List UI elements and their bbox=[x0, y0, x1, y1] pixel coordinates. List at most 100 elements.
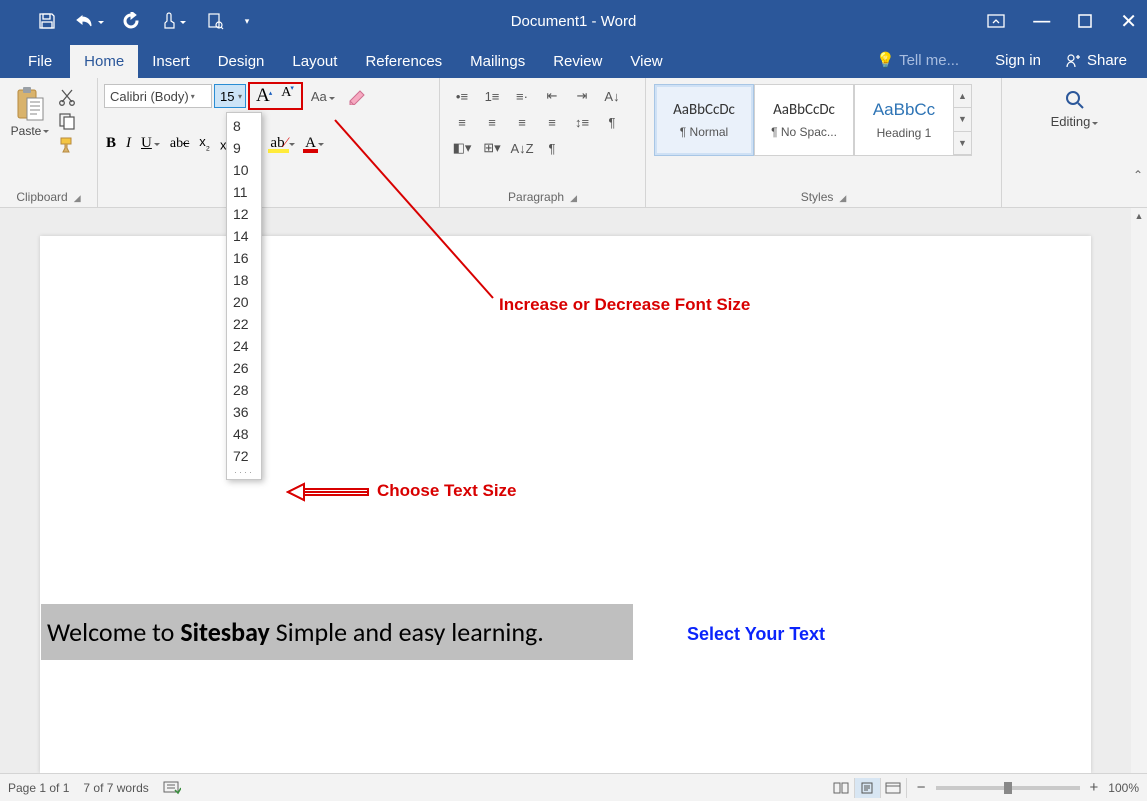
size-option[interactable]: 14 bbox=[227, 225, 261, 247]
align-right-button[interactable]: ≡ bbox=[508, 110, 536, 134]
paste-button[interactable]: Paste bbox=[6, 82, 54, 138]
highlight-button[interactable]: ab⁄ bbox=[270, 135, 295, 152]
bold-button[interactable]: B bbox=[106, 135, 116, 152]
align-center-button[interactable]: ≡ bbox=[478, 110, 506, 134]
editing-label[interactable]: Editing bbox=[1051, 114, 1099, 129]
align-left-button[interactable]: ≡ bbox=[448, 110, 476, 134]
status-page[interactable]: Page 1 of 1 bbox=[8, 781, 69, 795]
format-painter-icon[interactable] bbox=[58, 136, 76, 154]
styles-scroll-up-icon[interactable]: ▲ bbox=[954, 85, 971, 108]
increase-indent-button[interactable]: ⇥ bbox=[568, 84, 596, 108]
underline-button[interactable]: U bbox=[141, 135, 160, 152]
document-page[interactable] bbox=[40, 236, 1091, 773]
style-heading-1[interactable]: AaBbCc Heading 1 bbox=[854, 84, 954, 156]
tell-me[interactable]: 💡 Tell me... bbox=[876, 51, 959, 69]
grow-font-button[interactable]: A▴ bbox=[252, 85, 277, 107]
find-icon[interactable] bbox=[1063, 88, 1087, 112]
tab-references[interactable]: References bbox=[351, 45, 456, 78]
font-name-combo[interactable]: Calibri (Body)▾ bbox=[104, 84, 212, 108]
size-option[interactable]: 8 bbox=[227, 115, 261, 137]
tab-home[interactable]: Home bbox=[70, 45, 138, 78]
tab-insert[interactable]: Insert bbox=[138, 45, 204, 78]
zoom-out-button[interactable]: − bbox=[917, 779, 926, 796]
touch-mode-button[interactable] bbox=[154, 0, 192, 42]
tab-layout[interactable]: Layout bbox=[278, 45, 351, 78]
size-option[interactable]: 16 bbox=[227, 247, 261, 269]
styles-scroll[interactable]: ▲ ▼ ▼ bbox=[954, 84, 972, 156]
change-case-button[interactable]: Aa bbox=[305, 89, 341, 104]
vertical-scrollbar[interactable]: ▲ bbox=[1131, 208, 1147, 773]
cut-icon[interactable] bbox=[58, 88, 76, 106]
tab-mailings[interactable]: Mailings bbox=[456, 45, 539, 78]
redo-button[interactable] bbox=[112, 0, 150, 42]
group-clipboard: Paste Clipboard◢ bbox=[0, 78, 98, 207]
zoom-level[interactable]: 100% bbox=[1108, 781, 1139, 795]
shading-button[interactable]: ◧▾ bbox=[448, 136, 476, 160]
size-option[interactable]: 9 bbox=[227, 137, 261, 159]
size-option[interactable]: 18 bbox=[227, 269, 261, 291]
show-marks-button[interactable]: ¶ bbox=[598, 110, 626, 134]
clear-formatting-button[interactable] bbox=[343, 87, 371, 105]
print-layout-button[interactable] bbox=[855, 778, 881, 798]
ribbon-tabs: File Home Insert Design Layout Reference… bbox=[0, 42, 1147, 78]
proofing-icon[interactable] bbox=[163, 781, 181, 795]
undo-button[interactable] bbox=[70, 0, 108, 42]
collapse-ribbon-icon[interactable]: ⌃ bbox=[1133, 168, 1143, 182]
shrink-font-button[interactable]: A▾ bbox=[277, 85, 299, 107]
share-button[interactable]: Share bbox=[1057, 47, 1135, 74]
font-color-button[interactable]: A bbox=[305, 135, 324, 152]
style-normal[interactable]: AaBbCcDc ¶ Normal bbox=[654, 84, 754, 156]
size-option[interactable]: 48 bbox=[227, 423, 261, 445]
styles-more-icon[interactable]: ▼ bbox=[954, 132, 971, 155]
line-spacing-button[interactable]: ↕≡ bbox=[568, 110, 596, 134]
sort-button[interactable]: A↓ bbox=[598, 84, 626, 108]
subscript-button[interactable]: x₂ bbox=[199, 134, 210, 153]
ribbon-display-button[interactable] bbox=[987, 14, 1005, 28]
web-layout-button[interactable] bbox=[881, 778, 907, 798]
borders-button[interactable]: ⊞▾ bbox=[478, 136, 506, 160]
scroll-up-icon[interactable]: ▲ bbox=[1131, 208, 1147, 224]
size-option[interactable]: 12 bbox=[227, 203, 261, 225]
sign-in[interactable]: Sign in bbox=[995, 52, 1041, 69]
strikethrough-button[interactable]: abc bbox=[170, 136, 189, 152]
numbering-button[interactable]: 1≡ bbox=[478, 84, 506, 108]
print-preview-button[interactable] bbox=[196, 0, 234, 42]
read-mode-button[interactable] bbox=[829, 778, 855, 798]
save-icon[interactable] bbox=[28, 0, 66, 42]
tab-design[interactable]: Design bbox=[204, 45, 279, 78]
font-size-combo[interactable]: 15▾ bbox=[214, 84, 246, 108]
copy-icon[interactable] bbox=[58, 112, 76, 130]
multilevel-button[interactable]: ≡· bbox=[508, 84, 536, 108]
size-option[interactable]: 24 bbox=[227, 335, 261, 357]
bullets-button[interactable]: •≡ bbox=[448, 84, 476, 108]
tab-file[interactable]: File bbox=[10, 45, 70, 78]
sort-az-button[interactable]: A↓Z bbox=[508, 136, 536, 160]
tab-view[interactable]: View bbox=[616, 45, 676, 78]
size-option[interactable]: 20 bbox=[227, 291, 261, 313]
minimize-button[interactable]: — bbox=[1033, 11, 1050, 31]
group-styles-label: Styles bbox=[801, 190, 834, 204]
size-option[interactable]: 10 bbox=[227, 159, 261, 181]
zoom-slider[interactable] bbox=[936, 786, 1080, 790]
styles-scroll-down-icon[interactable]: ▼ bbox=[954, 108, 971, 131]
size-option[interactable]: 72 bbox=[227, 445, 261, 467]
justify-button[interactable]: ≡ bbox=[538, 110, 566, 134]
italic-button[interactable]: I bbox=[126, 135, 131, 152]
size-option[interactable]: 36 bbox=[227, 401, 261, 423]
size-option[interactable]: 26 bbox=[227, 357, 261, 379]
selected-text[interactable]: Welcome to Sitesbay Simple and easy lear… bbox=[41, 604, 633, 660]
style-no-spacing[interactable]: AaBbCcDc ¶ No Spac... bbox=[754, 84, 854, 156]
window-buttons: — ✕ bbox=[987, 0, 1137, 42]
size-option[interactable]: 11 bbox=[227, 181, 261, 203]
size-option[interactable]: 22 bbox=[227, 313, 261, 335]
zoom-in-button[interactable]: + bbox=[1090, 779, 1099, 796]
qat-more-button[interactable]: ▾ bbox=[238, 0, 256, 42]
status-words[interactable]: 7 of 7 words bbox=[83, 781, 148, 795]
maximize-button[interactable] bbox=[1078, 14, 1092, 28]
size-option[interactable]: 28 bbox=[227, 379, 261, 401]
close-button[interactable]: ✕ bbox=[1120, 9, 1137, 34]
paragraph-marks-button[interactable]: ¶ bbox=[538, 136, 566, 160]
tab-review[interactable]: Review bbox=[539, 45, 616, 78]
decrease-indent-button[interactable]: ⇤ bbox=[538, 84, 566, 108]
arrow-left-icon bbox=[286, 479, 370, 505]
